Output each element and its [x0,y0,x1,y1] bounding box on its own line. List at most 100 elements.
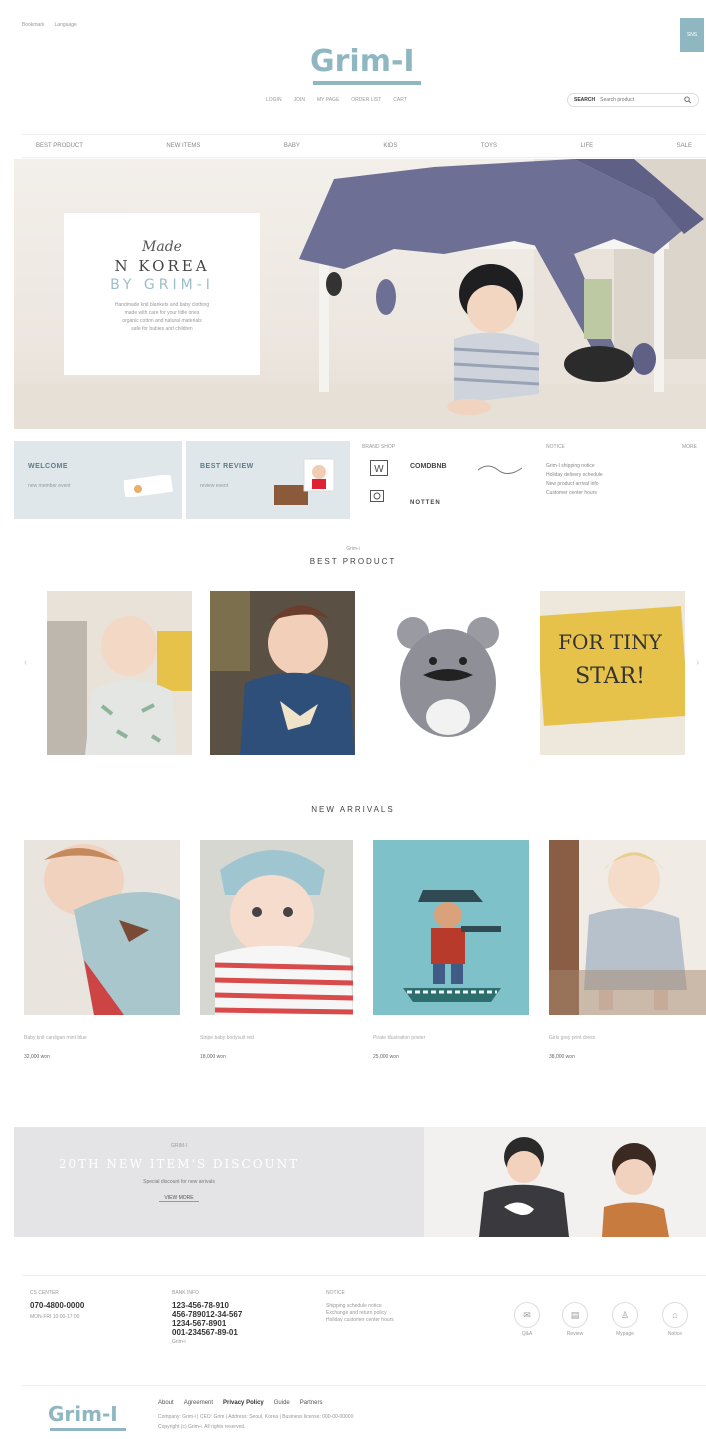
best-product-pretitle: Grim-i [346,546,360,552]
agreement-link[interactable]: Agreement [184,1400,213,1406]
sns-tag[interactable]: SNS [680,18,704,52]
bottom-divider [22,1385,706,1386]
best-review-sub: review event [200,483,229,489]
bag-icon: ▤ [562,1302,588,1328]
search-icon[interactable] [684,96,692,104]
best-review-title: BEST REVIEW [200,463,254,470]
login-link[interactable]: LOGIN [266,97,282,103]
best-review-promo[interactable]: BEST REVIEW review event [186,441,350,519]
brand-notten[interactable]: NOTTEN [410,500,441,506]
new-product-3-image[interactable] [373,840,529,1015]
language-link[interactable]: Language [55,22,77,28]
cart-link[interactable]: CART [393,97,407,103]
bank-account: 123-456-78-910 [172,1301,229,1310]
cs-phone[interactable]: 070-4800-0000 [30,1301,150,1310]
nav-best-product[interactable]: BEST PRODUCT [36,143,83,149]
footer-mypage-link[interactable]: ♙ Mypage [612,1302,645,1337]
order-list-link[interactable]: ORDER LIST [351,97,381,103]
hero-banner[interactable]: Made N KOREA BY GRIM-I Handmade knit bla… [14,159,706,429]
notice-more-link[interactable]: MORE [682,444,697,450]
utility-nav: LOGIN JOIN MY PAGE ORDER LIST CART [266,97,407,103]
footer-qa-link[interactable]: ✉ Q&A [514,1302,547,1337]
partners-link[interactable]: Partners [300,1400,323,1406]
footer-links: About Agreement Privacy Policy Guide Par… [158,1400,322,1406]
notice-item[interactable]: Customer center hours [546,489,603,498]
brand-script-logo[interactable] [476,462,524,474]
footer-notice-link[interactable]: ⌂ Notice [662,1302,695,1337]
banner-title: 20TH NEW ITEM'S DISCOUNT [58,1157,300,1171]
nav-toys[interactable]: TOYS [481,143,497,149]
welcome-promo[interactable]: WELCOME new member event [14,441,182,519]
product-name: Girls grey print dress [549,1035,596,1041]
carousel-prev-icon[interactable]: ‹ [24,657,27,668]
svg-text:FOR TINY: FOR TINY [558,630,662,654]
product-name: Stripe baby bodysuit red [200,1035,254,1041]
privacy-link[interactable]: Privacy Policy [223,1400,264,1406]
new-product-3-info[interactable]: Pirate illustration poster 25,000 won [373,1035,529,1061]
search-label: SEARCH [574,97,596,103]
nav-sale[interactable]: SALE [677,143,692,149]
hero-text-card: Made N KOREA BY GRIM-I Handmade knit bla… [64,213,260,375]
notice-item[interactable]: Grim-I shipping notice [546,462,603,471]
new-product-4-info[interactable]: Girls grey print dress 38,000 won [549,1035,706,1061]
home-icon: ⌂ [662,1302,688,1328]
bank-account: 456-789012-34-567 [172,1310,243,1319]
new-product-4-image[interactable] [549,840,706,1015]
footer-logo[interactable]: Grim-I [48,1402,118,1426]
site-logo[interactable]: Grim-I [310,44,415,79]
footer-notice-line[interactable]: Holiday customer center hours [326,1317,476,1324]
nav-life[interactable]: LIFE [581,143,594,149]
cs-label: CS CENTER [30,1290,59,1296]
footer-logo-underline [50,1428,126,1431]
product-price: 38,000 won [549,1054,575,1060]
best-product-3-image[interactable] [375,591,520,755]
best-product-2-image[interactable] [210,591,355,755]
new-product-2-image[interactable] [200,840,353,1015]
product-price: 32,000 won [24,1054,50,1060]
footer-cs: CS CENTER 070-4800-0000 MON-FRI 10:00-17… [30,1290,150,1321]
product-price: 18,000 won [200,1054,226,1060]
hero-made: Made [142,239,182,255]
footer-notice-line[interactable]: Exchange and return policy [326,1310,476,1317]
nav-baby[interactable]: BABY [284,143,300,149]
company-info: Company: Grim-i | CEO: Grim | Address: S… [158,1414,354,1420]
welcome-sub: new member event [28,483,71,489]
notice-item[interactable]: New product arrival info [546,480,603,489]
notice-item[interactable]: Holiday delivery schedule [546,471,603,480]
new-product-1-info[interactable]: Baby knit cardigan mint blue 32,000 won [24,1035,180,1061]
brand-heading: BRAND SHOP [362,444,396,450]
cs-hours: MON-FRI 10:00-17:00 [30,1314,80,1320]
product-price: 25,000 won [373,1054,399,1060]
brand-comdbnb[interactable]: COMDBNB [410,463,447,470]
brand-logo-camera-icon[interactable] [370,488,384,504]
notice-heading: NOTICE [546,444,565,450]
about-link[interactable]: About [158,1400,174,1406]
discount-banner[interactable]: GRIM-I 20TH NEW ITEM'S DISCOUNT Special … [14,1127,706,1237]
search-input[interactable] [600,97,680,103]
best-product-4-image[interactable]: FOR TINY STAR! [540,591,685,755]
banner-view-more-button[interactable]: VIEW MORE [159,1195,199,1202]
product-name: Pirate illustration poster [373,1035,426,1041]
best-product-1-image[interactable] [47,591,192,755]
mypage-link[interactable]: MY PAGE [317,97,339,103]
hero-by: BY GRIM-I [110,277,214,293]
topbar: Bookmark Language [22,22,77,28]
hero-description: Handmade knit blankets and baby clothing… [114,302,210,332]
footer-divider [22,1275,706,1276]
notice-list: Grim-I shipping notice Holiday delivery … [546,462,603,498]
carousel-next-icon[interactable]: › [696,657,699,668]
nav-new-items[interactable]: NEW ITEMS [166,143,200,149]
product-name: Baby knit cardigan mint blue [24,1035,87,1041]
footer-notice-line[interactable]: Shipping schedule notice [326,1303,476,1310]
footer-bank: BANK INFO 123-456-78-910 456-789012-34-5… [172,1290,302,1346]
guide-link[interactable]: Guide [274,1400,290,1406]
join-link[interactable]: JOIN [294,97,305,103]
brand-logo-w-icon[interactable]: W [370,460,388,476]
nav-kids[interactable]: KIDS [383,143,397,149]
new-product-1-image[interactable] [24,840,180,1015]
footer-review-link[interactable]: ▤ Review [562,1302,595,1337]
bookmark-link[interactable]: Bookmark [22,22,45,28]
banner-subtitle: Special discount for new arrivals [143,1179,215,1185]
new-product-2-info[interactable]: Stripe baby bodysuit red 18,000 won [200,1035,353,1061]
search-box: SEARCH [567,93,699,107]
